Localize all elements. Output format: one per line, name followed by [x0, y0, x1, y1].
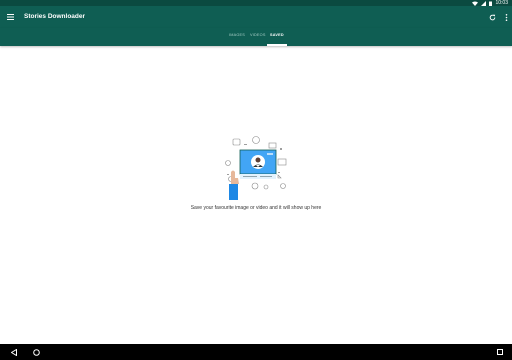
- tab-bar: IMAGES VIDEOS SAVED: [0, 28, 512, 46]
- tab-indicator: [267, 44, 287, 46]
- home-circle-icon[interactable]: [31, 347, 41, 357]
- refresh-icon[interactable]: [486, 11, 498, 23]
- tab-saved[interactable]: SAVED: [270, 33, 284, 38]
- app-title: Stories Downloader: [24, 13, 86, 20]
- battery-icon: [489, 1, 493, 6]
- recents-square-icon[interactable]: [495, 347, 505, 357]
- app-bar: Stories Downloader: [0, 6, 512, 28]
- back-triangle-icon[interactable]: [9, 347, 19, 357]
- signal-icon: [481, 0, 487, 6]
- more-vert-icon[interactable]: [500, 11, 512, 23]
- hamburger-menu-icon[interactable]: [4, 11, 16, 23]
- empty-state-message: Save your favourite image or video and i…: [190, 205, 322, 211]
- tab-images[interactable]: IMAGES: [229, 33, 245, 38]
- tab-videos[interactable]: VIDEOS: [250, 33, 266, 38]
- media-collage-illustration: [218, 132, 294, 202]
- navigation-bar: [0, 344, 512, 360]
- wifi-icon: [472, 1, 479, 6]
